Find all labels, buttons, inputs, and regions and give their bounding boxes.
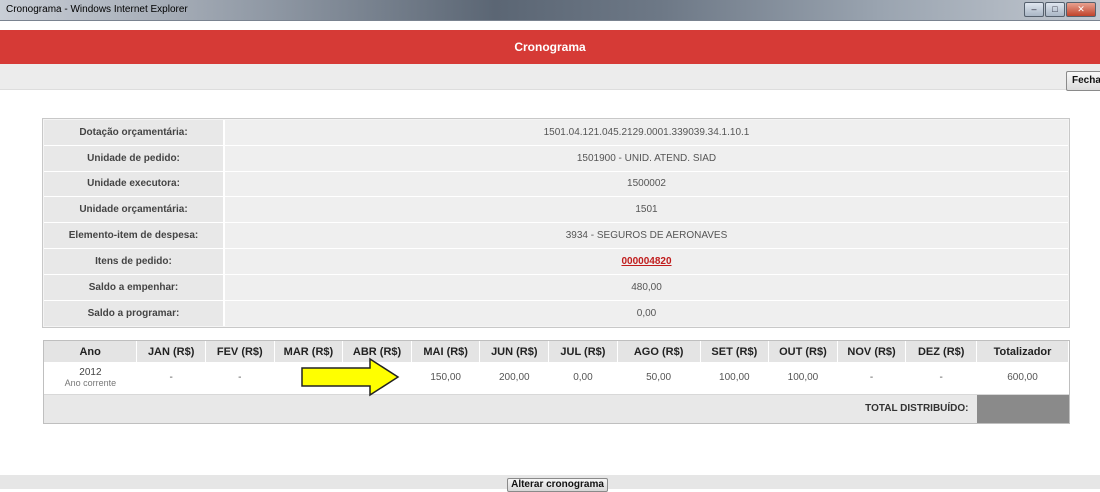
table-row: 2012 Ano corrente - - 0 150,00 200,00 0,… <box>44 362 1069 395</box>
month-value-ago: 50,00 <box>617 362 700 395</box>
column-header: JUL (R$) <box>548 341 618 362</box>
month-value-jun: 200,00 <box>479 362 549 395</box>
info-row-unidade-orcamentaria: Unidade orçamentária: 1501 <box>44 197 1068 224</box>
month-value-jul: 0,00 <box>548 362 618 395</box>
total-value: 600,00 <box>976 362 1069 395</box>
month-value-mai: 150,00 <box>411 362 480 395</box>
info-label: Unidade orçamentária: <box>44 197 225 223</box>
info-label: Saldo a empenhar: <box>44 274 225 300</box>
column-header: MAI (R$) <box>411 341 481 362</box>
info-value: 1501 <box>225 197 1068 223</box>
page-header: Cronograma <box>0 30 1100 64</box>
info-value: 1501900 - UNID. ATEND. SIAD <box>225 145 1068 171</box>
info-row-unidade-pedido: Unidade de pedido: 1501900 - UNID. ATEND… <box>44 145 1068 172</box>
itens-pedido-link[interactable]: 000004820 <box>621 256 671 267</box>
info-row-elemento-item: Elemento-item de despesa: 3934 - SEGUROS… <box>44 223 1068 249</box>
info-label: Elemento-item de despesa: <box>44 223 225 248</box>
info-row-saldo-programar: Saldo a programar: 0,00 <box>44 300 1068 327</box>
total-row: TOTAL DISTRIBUÍDO: <box>44 394 1069 423</box>
info-label: Unidade executora: <box>44 171 225 197</box>
year-note: Ano corrente <box>64 377 117 388</box>
column-header: AGO (R$) <box>617 341 701 362</box>
info-value: 0,00 <box>225 300 1068 327</box>
info-value: 1500002 <box>225 171 1068 197</box>
schedule-header-row: Ano JAN (R$) FEV (R$) MAR (R$) ABR (R$) … <box>44 341 1069 362</box>
window-title-bar: Cronograma - Windows Internet Explorer –… <box>0 0 1100 21</box>
info-label: Saldo a programar: <box>44 300 225 327</box>
column-header: SET (R$) <box>700 341 770 362</box>
toolbar: Fechar <box>0 64 1100 91</box>
column-header: FEV (R$) <box>205 341 275 362</box>
column-header: OUT (R$) <box>768 341 838 362</box>
yellow-arrow-icon <box>301 357 400 397</box>
month-value-set: 100,00 <box>700 362 769 395</box>
column-header: JUN (R$) <box>479 341 550 362</box>
total-distribuido-value <box>976 394 1069 423</box>
maximize-icon[interactable]: □ <box>1045 2 1065 17</box>
month-value-fev: - <box>205 362 275 395</box>
info-value: 3934 - SEGUROS DE AERONAVES <box>225 223 1068 248</box>
year-cell: 2012 Ano corrente <box>44 362 137 395</box>
column-header: JAN (R$) <box>136 341 206 362</box>
column-header: Totalizador <box>976 341 1069 362</box>
month-value-dez: - <box>905 362 977 395</box>
info-label: Unidade de pedido: <box>44 145 225 171</box>
month-value-nov: - <box>837 362 906 395</box>
total-distribuido-label: TOTAL DISTRIBUÍDO: <box>44 394 977 423</box>
info-label: Dotação orçamentária: <box>44 120 225 145</box>
info-row-saldo-empenhar: Saldo a empenhar: 480,00 <box>44 274 1068 301</box>
schedule-table: Ano JAN (R$) FEV (R$) MAR (R$) ABR (R$) … <box>43 340 1070 424</box>
year-value: 2012 <box>79 366 102 378</box>
info-table: Dotação orçamentária: 1501.04.121.045.21… <box>42 118 1070 329</box>
info-value: 480,00 <box>225 274 1068 300</box>
info-value: 000004820 <box>225 248 1068 274</box>
window-title: Cronograma - Windows Internet Explorer <box>6 4 188 15</box>
page-title: Cronograma <box>514 40 586 54</box>
month-value-out: 100,00 <box>768 362 838 395</box>
info-row-itens-pedido: Itens de pedido: 000004820 <box>44 248 1068 275</box>
column-header: NOV (R$) <box>837 341 907 362</box>
column-header: Ano <box>44 341 138 362</box>
close-icon[interactable]: ✕ <box>1066 2 1096 17</box>
column-header: DEZ (R$) <box>905 341 978 362</box>
info-value: 1501.04.121.045.2129.0001.339039.34.1.10… <box>225 120 1068 145</box>
info-row-unidade-executora: Unidade executora: 1500002 <box>44 171 1068 198</box>
month-value-jan: - <box>136 362 206 395</box>
info-label: Itens de pedido: <box>44 248 225 274</box>
minimize-icon[interactable]: – <box>1024 2 1044 17</box>
alterar-cronograma-button[interactable]: Alterar cronograma <box>507 478 608 492</box>
close-button[interactable]: Fechar <box>1066 71 1100 91</box>
window-controls: – □ ✕ <box>1023 2 1096 17</box>
info-row-dotacao: Dotação orçamentária: 1501.04.121.045.21… <box>44 120 1068 146</box>
